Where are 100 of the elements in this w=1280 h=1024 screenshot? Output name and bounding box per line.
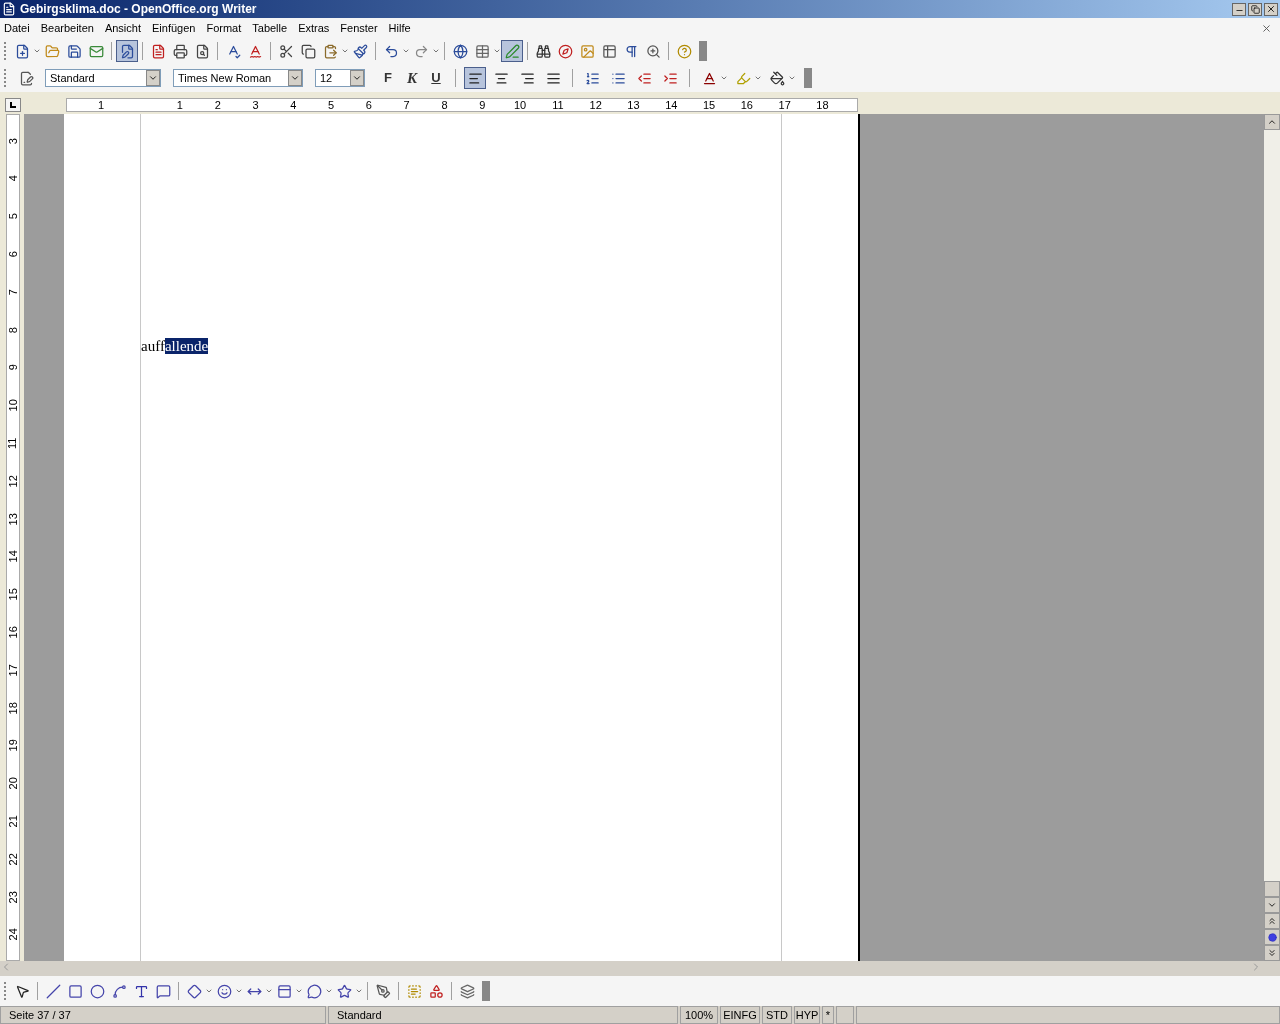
toolbar-grip-icon [4, 69, 7, 87]
ruler-number: 10 [7, 399, 19, 412]
menu-item[interactable]: Datei [4, 19, 30, 37]
signature-field [836, 1006, 854, 1024]
cut-icon [278, 43, 294, 59]
font-color-icon [701, 70, 717, 86]
selection-mode-field[interactable]: STD [762, 1006, 792, 1024]
save-icon [66, 43, 82, 59]
toolbar-grip-icon [4, 982, 7, 1000]
format-paintbrush-icon [352, 43, 368, 59]
ruler-number: 8 [441, 98, 448, 111]
align-center-icon [493, 70, 509, 86]
page-style-field[interactable]: Standard [328, 1006, 678, 1024]
scroll-thumb[interactable] [1264, 881, 1280, 897]
draw-functions-button[interactable] [501, 40, 523, 62]
caret-icon[interactable] [265, 987, 273, 995]
arrange-icon [459, 983, 475, 999]
close-document-icon[interactable] [1261, 22, 1272, 34]
previous-page-button[interactable] [1264, 913, 1280, 929]
freeform-line-icon [111, 983, 127, 999]
caret-icon[interactable] [235, 987, 243, 995]
find-icon [535, 43, 551, 59]
navigation-button[interactable] [1264, 929, 1280, 945]
caret-icon[interactable] [402, 47, 410, 55]
undo-icon [383, 43, 399, 59]
bold-button[interactable]: F [377, 67, 399, 89]
ruler-number: 24 [7, 928, 19, 941]
menu-item[interactable]: Ansicht [104, 19, 141, 37]
caret-icon[interactable] [33, 47, 41, 55]
menu-item[interactable]: Hilfe [388, 19, 411, 37]
caret-icon[interactable] [205, 987, 213, 995]
caret-icon[interactable] [720, 74, 728, 82]
menu-item[interactable]: Einfügen [152, 19, 196, 37]
caret-icon[interactable] [788, 74, 796, 82]
zoom-field[interactable]: 100% [680, 1006, 718, 1024]
caret-icon[interactable] [432, 47, 440, 55]
rectangle-icon [67, 983, 83, 999]
menu-item[interactable]: Bearbeiten [40, 19, 94, 37]
numbering-icon [584, 70, 600, 86]
align-left-button[interactable] [464, 67, 486, 89]
menu-item[interactable]: Fenster [340, 19, 378, 37]
font-size-combo[interactable]: 12 [315, 69, 365, 87]
italic-button[interactable]: K [401, 67, 423, 89]
caret-icon[interactable] [341, 47, 349, 55]
edit-mode-icon [119, 43, 135, 59]
caret-icon[interactable] [295, 987, 303, 995]
ruler-number: 14 [665, 98, 678, 111]
flowchart-icon [276, 983, 292, 999]
ruler-number: 16 [7, 626, 19, 639]
arrow-down-icon [1267, 900, 1277, 910]
vertical-scrollbar[interactable] [1264, 114, 1280, 961]
bullets-icon [610, 70, 626, 86]
close-button[interactable] [1264, 2, 1278, 16]
autospellcheck-icon [247, 43, 263, 59]
underline-button[interactable]: U [425, 67, 447, 89]
ruler-number: 14 [7, 550, 19, 563]
double-arrow-up-icon [1267, 916, 1277, 926]
font-name-combo[interactable]: Times New Roman [173, 69, 303, 87]
select-pointer-icon [14, 983, 30, 999]
data-sources-icon [601, 43, 617, 59]
minimize-button[interactable] [1232, 2, 1246, 16]
justify-icon [545, 70, 561, 86]
caret-icon[interactable] [493, 47, 501, 55]
hyperlink-mode-field[interactable]: HYP [794, 1006, 820, 1024]
ruler-number: 4 [290, 98, 297, 111]
ruler-number: 15 [702, 98, 716, 111]
next-page-button[interactable] [1264, 945, 1280, 961]
align-right-icon [519, 70, 535, 86]
insert-mode-field[interactable]: EINFG [720, 1006, 760, 1024]
restore-icon [1250, 4, 1260, 14]
ruler-number: 1 [176, 98, 183, 111]
ruler-number: 6 [7, 251, 19, 258]
window-title: Gebirgsklima.doc - OpenOffice.org Writer [20, 1, 257, 18]
page-count-field: Seite 37 / 37 [0, 1006, 326, 1024]
tab-stop-button[interactable] [5, 98, 21, 112]
menu-item[interactable]: Extras [298, 19, 330, 37]
zoom-icon [645, 43, 661, 59]
ruler-number: 11 [552, 98, 564, 111]
horizontal-ruler[interactable]: 1 1 2 3 4 5 6 7 8 9 10 11 12 13 14 15 16 17 18 [66, 98, 858, 112]
ruler-number: 3 [252, 98, 259, 111]
table-icon [474, 43, 490, 59]
circle-icon [1267, 932, 1277, 942]
caret-icon[interactable] [355, 987, 363, 995]
double-arrow-down-icon [1267, 948, 1277, 958]
ruler-number: 9 [7, 364, 19, 371]
email-icon [88, 43, 104, 59]
increase-indent-icon [662, 70, 678, 86]
paragraph-style-combo[interactable]: Standard [45, 69, 161, 87]
background-color-icon [769, 70, 785, 86]
edit-mode-button[interactable] [116, 40, 138, 62]
caret-icon[interactable] [325, 987, 333, 995]
caret-icon[interactable] [754, 74, 762, 82]
navigator-icon [557, 43, 573, 59]
vertical-ruler[interactable]: 3 4 5 6 7 8 9 10 11 12 13 14 15 16 17 18 19 20 21 22 23 24 [6, 114, 20, 961]
ruler-number: 18 [7, 701, 19, 714]
menu-item[interactable]: Tabelle [252, 19, 288, 37]
ruler-number: 1 [98, 98, 105, 111]
menu-item[interactable]: Format [206, 19, 242, 37]
restore-button[interactable] [1248, 2, 1262, 16]
arrow-up-icon [1267, 117, 1277, 127]
